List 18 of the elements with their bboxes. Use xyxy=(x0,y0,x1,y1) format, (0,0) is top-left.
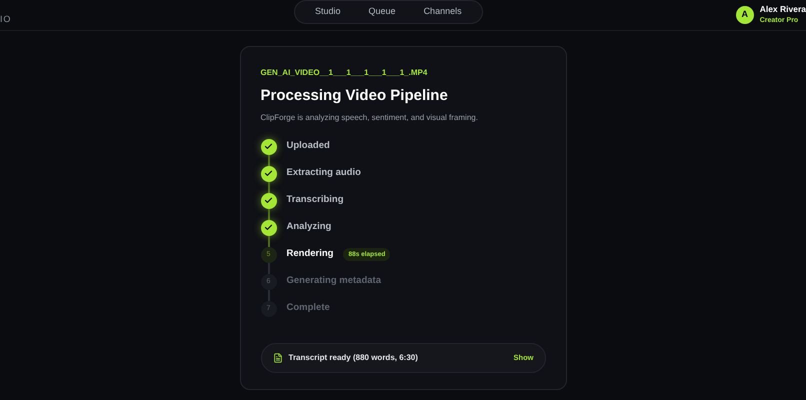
user-avatar[interactable]: A xyxy=(736,6,754,24)
card-title: Processing Video Pipeline xyxy=(260,86,449,106)
step-label: Analyzing xyxy=(286,220,332,234)
nav-tab[interactable]: Studio xyxy=(303,5,353,19)
user-name: Alex Rivera xyxy=(760,4,806,15)
step-label: Extracting audio xyxy=(286,166,361,180)
file-name: GEN_AI_VIDEO__1___1___1___1___1_.MP4 xyxy=(260,67,428,79)
document-icon xyxy=(272,352,282,362)
step-label: Transcribing xyxy=(286,193,344,208)
step-label: Complete xyxy=(286,301,330,316)
step-label: Rendering xyxy=(286,247,334,262)
step-label: Uploaded xyxy=(286,139,330,154)
card-subtitle: ClipForge is analyzing speech, sentiment, and visual framing. xyxy=(260,112,479,124)
transcript-status: Transcript ready (880 words, 6:30) xyxy=(288,352,418,364)
nav-tab[interactable]: Queue xyxy=(356,5,408,19)
step-label: Generating metadata xyxy=(286,274,381,288)
brand-logo-text: IO xyxy=(0,13,12,26)
nav-tab[interactable]: Channels xyxy=(412,5,474,19)
